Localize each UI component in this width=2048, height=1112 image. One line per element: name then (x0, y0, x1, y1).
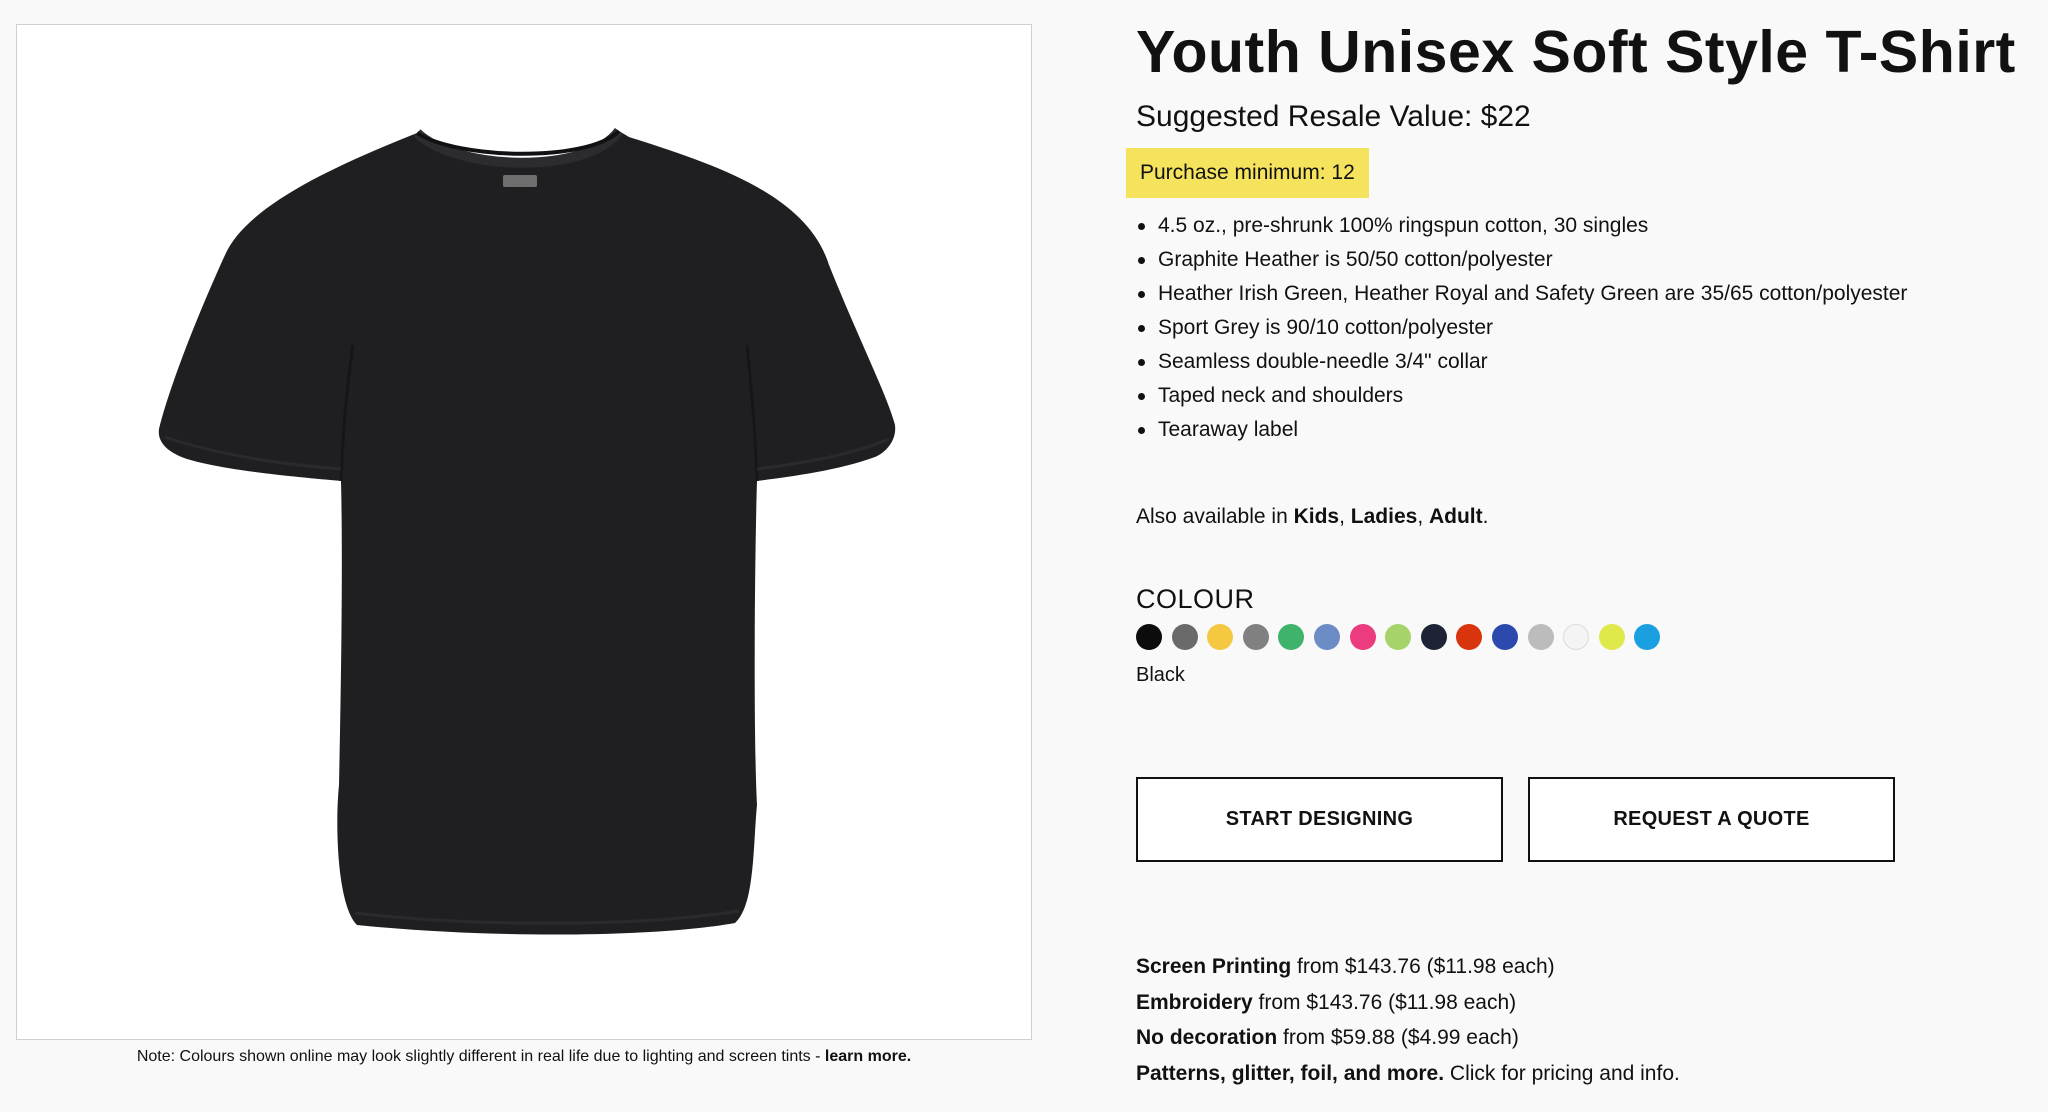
colour-swatch[interactable] (1456, 624, 1483, 650)
pricing-list: Screen Printing from $143.76 ($11.98 eac… (1136, 952, 1680, 1094)
feature-item: Graphite Heather is 50/50 cotton/polyest… (1137, 246, 1907, 280)
also-available-prefix: Also available in (1136, 505, 1294, 528)
pricing-label: Embroidery (1136, 990, 1253, 1014)
feature-item: Seamless double-needle 3/4" collar (1137, 348, 1907, 382)
product-title: Youth Unisex Soft Style T-Shirt (1136, 19, 2016, 85)
colour-heading: COLOUR (1136, 584, 1255, 614)
colour-swatch[interactable] (1420, 624, 1447, 650)
request-quote-button[interactable]: REQUEST A QUOTE (1528, 777, 1895, 862)
selected-colour-name: Black (1136, 664, 1185, 686)
feature-item: 4.5 oz., pre-shrunk 100% ringspun cotton… (1137, 212, 1907, 246)
pricing-text: from $143.76 ($11.98 each) (1291, 955, 1555, 978)
colour-swatch[interactable] (1136, 624, 1162, 650)
pricing-screen-printing[interactable]: Screen Printing from $143.76 ($11.98 eac… (1136, 952, 1680, 988)
pricing-label: Screen Printing (1136, 955, 1292, 978)
pricing-text: from $59.88 ($4.99 each) (1277, 1026, 1519, 1049)
purchase-minimum-badge: Purchase minimum: 12 (1126, 148, 1369, 198)
kids-link[interactable]: Kids (1294, 505, 1340, 528)
tshirt-image (158, 127, 896, 935)
colour-swatch[interactable] (1207, 624, 1234, 650)
learn-more-link[interactable]: learn more. (825, 1048, 911, 1065)
ladies-link[interactable]: Ladies (1351, 505, 1418, 528)
feature-list: 4.5 oz., pre-shrunk 100% ringspun cotton… (1136, 212, 1907, 450)
colour-swatch[interactable] (1598, 624, 1625, 650)
colour-disclaimer: Note: Colours shown online may look slig… (16, 1048, 1032, 1066)
period: . (1482, 505, 1489, 528)
pricing-label: Patterns, glitter, foil, and more. (1136, 1061, 1445, 1085)
pricing-label: No decoration (1136, 1026, 1278, 1049)
feature-item: Taped neck and shoulders (1137, 382, 1907, 416)
colour-swatch[interactable] (1634, 624, 1661, 650)
pricing-text: from $143.76 ($11.98 each) (1252, 990, 1517, 1014)
colour-swatch[interactable] (1385, 624, 1412, 650)
also-available: Also available in Kids, Ladies, Adult. (1136, 505, 1488, 529)
colour-swatch[interactable] (1314, 624, 1340, 650)
colour-swatch[interactable] (1527, 624, 1554, 650)
pricing-no-decoration[interactable]: No decoration from $59.88 ($4.99 each) (1136, 1023, 1680, 1059)
feature-item: Tearaway label (1137, 416, 1907, 450)
feature-item: Sport Grey is 90/10 cotton/polyester (1137, 314, 1907, 348)
suggested-resale-value: Suggested Resale Value: $22 (1136, 100, 1531, 133)
colour-swatch[interactable] (1563, 624, 1590, 650)
separator: , (1417, 505, 1429, 528)
start-designing-button[interactable]: START DESIGNING (1136, 777, 1503, 862)
colour-swatch[interactable] (1278, 624, 1305, 650)
feature-item: Heather Irish Green, Heather Royal and S… (1137, 280, 1907, 314)
separator: , (1339, 505, 1351, 528)
product-image (16, 24, 1032, 1040)
pricing-embroidery[interactable]: Embroidery from $143.76 ($11.98 each) (1136, 988, 1680, 1024)
colour-swatch[interactable] (1242, 624, 1269, 650)
adult-link[interactable]: Adult (1429, 505, 1483, 528)
pricing-patterns[interactable]: Patterns, glitter, foil, and more. Click… (1136, 1059, 1680, 1095)
note-text: Note: Colours shown online may look slig… (136, 1048, 825, 1065)
colour-swatch[interactable] (1171, 624, 1198, 650)
colour-swatch[interactable] (1349, 624, 1376, 650)
pricing-text: Click for pricing and info. (1444, 1061, 1680, 1085)
colour-swatch[interactable] (1492, 624, 1518, 650)
